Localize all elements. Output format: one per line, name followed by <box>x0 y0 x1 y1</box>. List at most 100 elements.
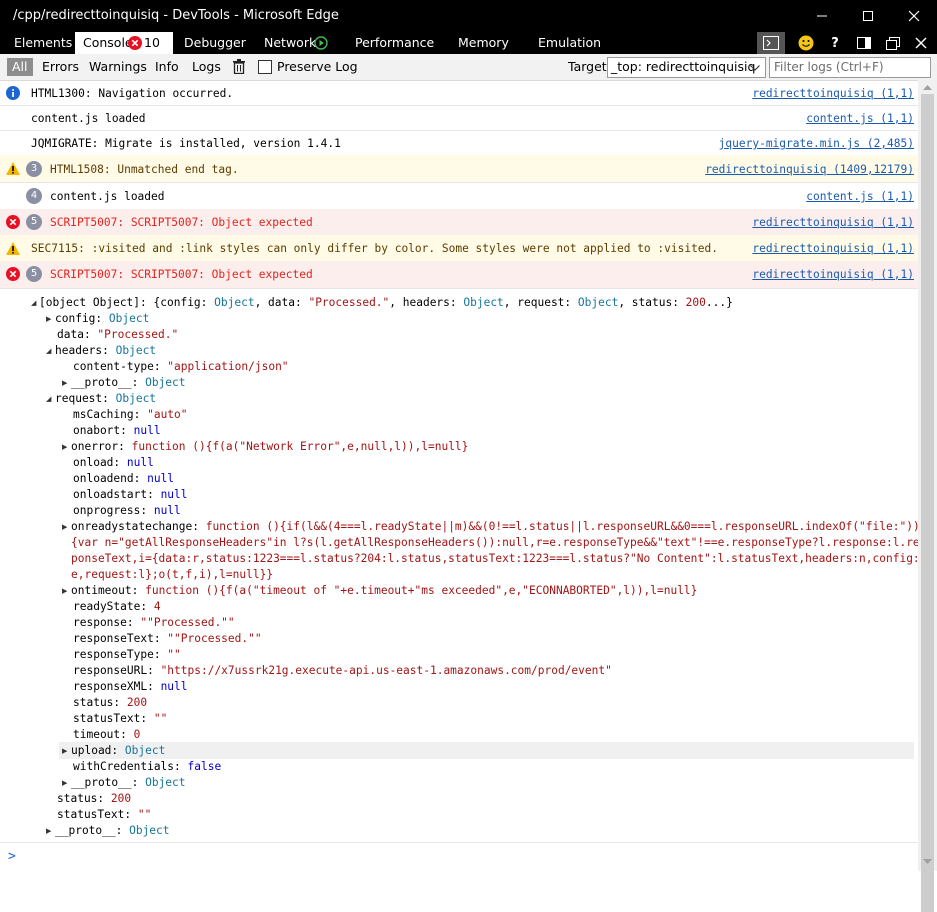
help-icon: ? <box>831 35 839 51</box>
error-icon <box>6 215 20 229</box>
message-source-link[interactable]: redirecttoinquisiq (1,1) <box>752 87 914 100</box>
tree-node-ontimeout[interactable]: ontimeout: function (){f(a("timeout of "… <box>71 583 697 599</box>
message-source-link[interactable]: jquery-migrate.min.js (2,485) <box>719 137 914 150</box>
undock-icon <box>886 36 900 50</box>
tree-node-config[interactable]: config: Object <box>55 311 149 327</box>
console-message: content.js loaded content.js (1,1) <box>0 105 918 131</box>
tree-node-onerror[interactable]: onerror: function (){f(a("Network Error"… <box>71 439 468 455</box>
tree-node-content-type: content-type: "application/json" <box>73 360 289 373</box>
scroll-down-icon[interactable] <box>918 856 937 868</box>
repeat-count-badge: 5 <box>26 266 42 282</box>
dock-icon <box>857 37 871 49</box>
console-message-error: 5 SCRIPT5007: SCRIPT5007: Object expecte… <box>0 209 918 236</box>
repeat-count-badge: 4 <box>26 188 42 204</box>
tree-node-request-proto[interactable]: __proto__: Object <box>71 775 186 791</box>
function-source-line: {var n="getAllResponseHeaders"in l?s(l.g… <box>71 536 927 549</box>
target-select[interactable]: _top: redirecttoinquisiq <box>607 57 766 78</box>
feedback-button[interactable] <box>796 32 816 54</box>
tab-memory[interactable]: Memory <box>458 32 509 54</box>
tab-performance[interactable]: Performance <box>355 32 434 54</box>
console-input[interactable]: > <box>0 842 918 872</box>
expand-triangle-icon[interactable]: ▶ <box>62 743 70 759</box>
target-select-value: _top: redirecttoinquisiq <box>611 59 756 74</box>
help-button[interactable]: ? <box>826 32 844 54</box>
close-button[interactable] <box>891 0 937 32</box>
warning-icon <box>6 242 20 255</box>
tree-node-status: status: 200 <box>57 792 132 805</box>
expand-triangle-icon[interactable]: ▶ <box>62 439 70 455</box>
maximize-icon <box>863 11 873 21</box>
tree-node-upload[interactable]: upload: Object <box>71 743 165 759</box>
tree-node-onprogress: onprogress: null <box>73 504 181 517</box>
preserve-log-checkbox[interactable] <box>258 60 272 74</box>
scrollbar-thumb[interactable] <box>921 94 934 912</box>
dock-button[interactable] <box>855 32 873 54</box>
message-source-link[interactable]: redirecttoinquisiq (1,1) <box>752 216 914 229</box>
undock-button[interactable] <box>884 32 902 54</box>
message-source-link[interactable]: content.js (1,1) <box>806 112 914 125</box>
minimize-button[interactable] <box>799 0 845 32</box>
filter-all-button[interactable]: All <box>7 58 33 76</box>
message-text: content.js loaded <box>31 112 146 125</box>
devtools-close-button[interactable] <box>912 32 930 54</box>
function-source-line: e,request:l};o(t,f,i),l=null}} <box>71 568 274 581</box>
vertical-scrollbar[interactable] <box>918 80 937 912</box>
tab-console[interactable]: Console 10 <box>75 32 173 54</box>
window-title: /cpp/redirecttoinquisiq - DevTools - Mic… <box>13 8 339 23</box>
console-drawer-icon <box>763 36 779 50</box>
expand-triangle-icon[interactable]: ▶ <box>62 583 70 599</box>
tab-emulation[interactable]: Emulation <box>538 32 601 54</box>
tree-node-response: response: ""Processed."" <box>73 616 235 629</box>
filter-logs-button[interactable]: Logs <box>192 58 221 76</box>
message-source-link[interactable]: redirecttoinquisiq (1409,12179) <box>705 163 914 176</box>
tree-node-data: data: "Processed." <box>57 328 179 341</box>
target-label: Target <box>568 59 607 74</box>
hover-highlight <box>59 742 914 759</box>
tab-network[interactable]: Network <box>264 32 316 54</box>
expand-triangle-icon[interactable]: ▶ <box>62 519 70 535</box>
tree-node-statustext: statusText: "" <box>57 808 152 821</box>
function-source-line: ponseText,i={data:r,status:1223===l.stat… <box>71 552 920 565</box>
scroll-up-icon[interactable] <box>918 82 937 94</box>
tree-root[interactable]: [object Object]: {config: Object, data: … <box>39 295 733 311</box>
expand-triangle-icon[interactable]: ▶ <box>46 823 54 839</box>
info-icon <box>6 86 20 100</box>
expand-triangle-icon[interactable]: ▶ <box>62 775 70 791</box>
tree-node-proto[interactable]: __proto__: Object <box>71 375 186 391</box>
tree-node-request[interactable]: request: Object <box>55 391 156 407</box>
tab-elements[interactable]: Elements <box>14 32 72 54</box>
message-text: content.js loaded <box>50 190 165 203</box>
tree-node-headers[interactable]: headers: Object <box>55 343 156 359</box>
filter-input-placeholder: Filter logs (Ctrl+F) <box>774 60 884 74</box>
tree-node-onreadystatechange[interactable]: onreadystatechange: function (){if(l&&(4… <box>71 519 926 535</box>
clear-console-button[interactable] <box>232 59 246 77</box>
expand-triangle-icon[interactable]: ▶ <box>62 375 70 391</box>
tab-debugger[interactable]: Debugger <box>184 32 246 54</box>
error-icon <box>128 36 142 50</box>
tree-node-mscaching: msCaching: "auto" <box>73 408 188 421</box>
tree-node-responsetype: responseType: "" <box>73 648 181 661</box>
preserve-log-label: Preserve Log <box>277 59 358 74</box>
maximize-button[interactable] <box>845 0 891 32</box>
message-source-link[interactable]: content.js (1,1) <box>806 190 914 203</box>
tree-node-request-status: status: 200 <box>73 696 148 709</box>
tree-node-root-proto[interactable]: __proto__: Object <box>55 823 170 839</box>
repeat-count-badge: 3 <box>26 161 42 177</box>
message-source-link[interactable]: redirecttoinquisiq (1,1) <box>752 268 914 281</box>
minimize-icon <box>817 15 827 17</box>
filter-info-button[interactable]: Info <box>155 58 179 76</box>
collapse-triangle-icon[interactable]: ◢ <box>31 295 39 311</box>
collapse-triangle-icon[interactable]: ◢ <box>46 343 54 359</box>
message-source-link[interactable]: redirecttoinquisiq (1,1) <box>752 242 914 255</box>
console-error-count: 10 <box>144 35 160 50</box>
console-drawer-button[interactable] <box>757 32 785 54</box>
filter-errors-button[interactable]: Errors <box>42 58 79 76</box>
message-text: HTML1508: Unmatched end tag. <box>50 163 239 176</box>
expand-triangle-icon[interactable]: ▶ <box>46 311 54 327</box>
filter-warnings-button[interactable]: Warnings <box>89 58 147 76</box>
tree-node-responseurl: responseURL: "https://x7ussrk21g.execute… <box>73 664 612 677</box>
filter-input[interactable]: Filter logs (Ctrl+F) <box>769 57 931 78</box>
collapse-triangle-icon[interactable]: ◢ <box>46 391 54 407</box>
tree-node-readystate: readyState: 4 <box>73 600 161 613</box>
message-text: SCRIPT5007: SCRIPT5007: Object expected <box>50 268 313 281</box>
